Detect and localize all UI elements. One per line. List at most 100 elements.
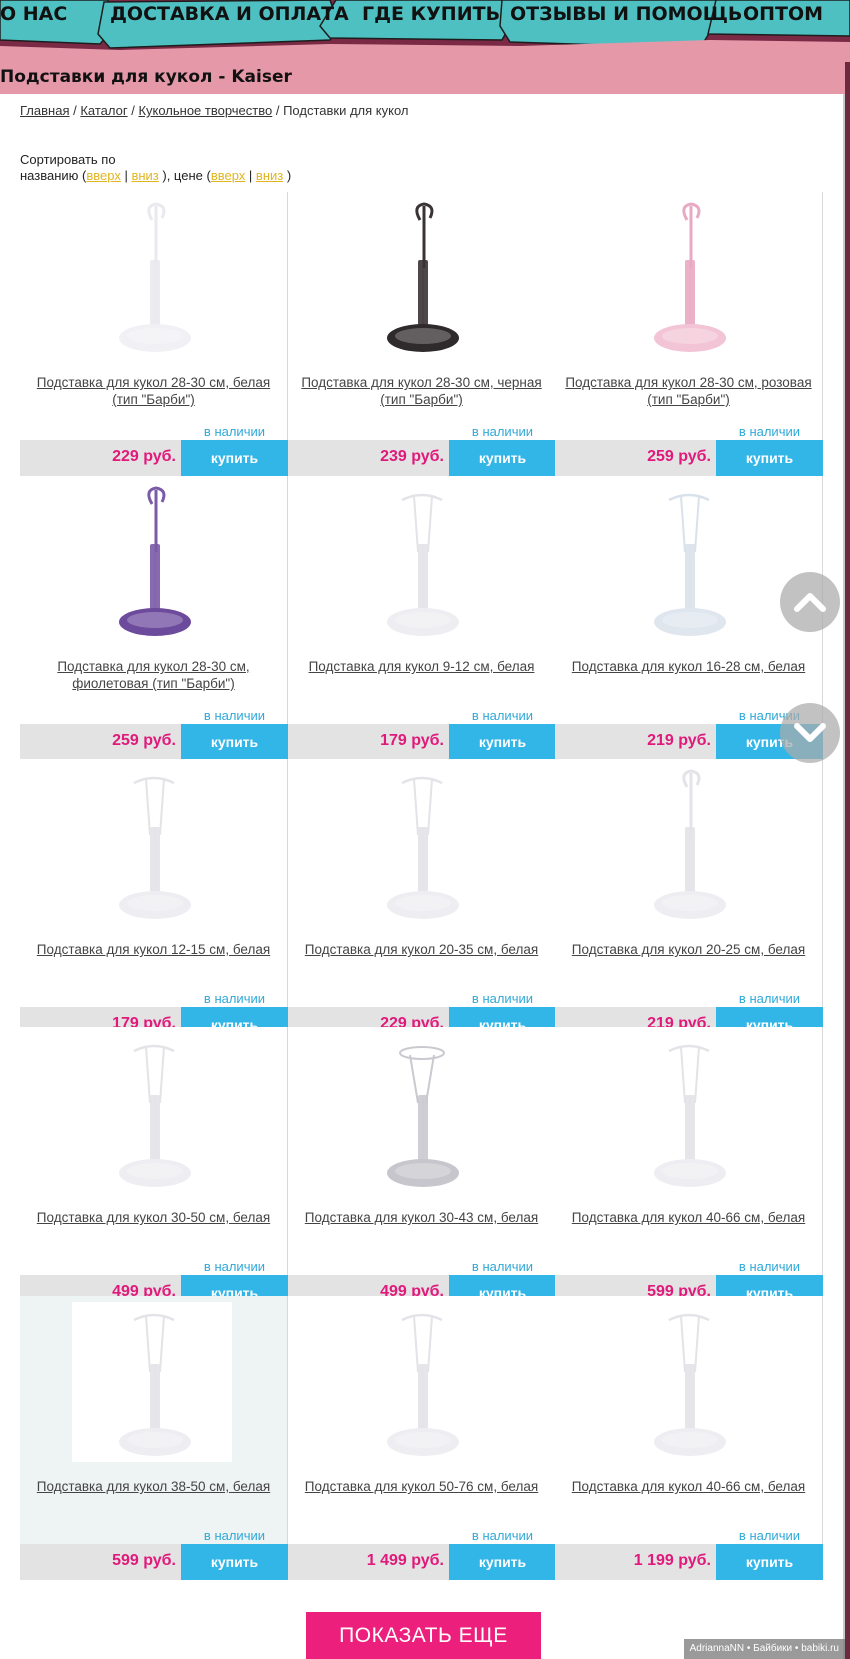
product-card[interactable]: Подставка для кукол 28-30 см, розовая (т… bbox=[555, 192, 823, 476]
doll-stand-icon bbox=[387, 493, 459, 636]
sort-price-desc-link[interactable]: вниз bbox=[256, 168, 283, 183]
product-card[interactable]: Подставка для кукол 9-12 см, белая в нали… bbox=[288, 476, 556, 760]
doll-stand-icon bbox=[119, 202, 191, 352]
title-bar: Подставки для кукол - Kaiser bbox=[0, 62, 850, 94]
product-card[interactable]: Подставка для кукол 28-30 см, черная (ти… bbox=[288, 192, 556, 476]
product-image[interactable] bbox=[340, 765, 500, 925]
product-card[interactable]: Подставка для кукол 20-35 см, белая в нал… bbox=[288, 759, 556, 1043]
buy-button[interactable]: купить bbox=[449, 724, 556, 760]
product-image[interactable] bbox=[340, 482, 500, 642]
product-name-link[interactable]: Подставка для кукол 16-28 см, белая bbox=[561, 658, 816, 675]
product-image[interactable] bbox=[340, 1302, 500, 1462]
doll-stand-icon bbox=[387, 1313, 459, 1456]
sort-price-asc-link[interactable]: вверх bbox=[211, 168, 245, 183]
sort-controls: Сортировать по названию (вверх | вниз ),… bbox=[20, 152, 291, 184]
product-image[interactable] bbox=[607, 198, 767, 358]
product-name-link[interactable]: Подставка для кукол 30-50 см, белая bbox=[26, 1209, 281, 1226]
product-image[interactable] bbox=[607, 765, 767, 925]
product-name-link[interactable]: Подставка для кукол 12-15 см, белая bbox=[26, 941, 281, 958]
product-card[interactable]: Подставка для кукол 28-30 см, белая (тип… bbox=[20, 192, 288, 476]
doll-stand-icon bbox=[654, 202, 726, 352]
product-card[interactable]: Подставка для кукол 16-28 см, белая в нал… bbox=[555, 476, 823, 760]
nav-item-about[interactable]: О НАС bbox=[0, 3, 67, 29]
breadcrumb-doll-craft[interactable]: Кукольное творчество bbox=[138, 103, 272, 118]
buy-button[interactable]: купить bbox=[181, 440, 288, 476]
show-more-button[interactable]: ПОКАЗАТЬ ЕЩЕ bbox=[306, 1612, 541, 1659]
buy-bar: 1 199 руб. купить bbox=[555, 1544, 823, 1580]
buy-button[interactable]: купить bbox=[449, 440, 556, 476]
sort-separator: | bbox=[245, 168, 256, 183]
breadcrumb-current: Подставки для кукол bbox=[283, 103, 409, 118]
buy-button[interactable]: купить bbox=[449, 1544, 556, 1580]
scroll-down-button[interactable] bbox=[780, 703, 840, 763]
product-card[interactable]: Подставка для кукол 30-43 см, белая в нал… bbox=[288, 1027, 556, 1311]
product-name-link[interactable]: Подставка для кукол 50-76 см, белая bbox=[294, 1478, 549, 1495]
nav-item-wholesale[interactable]: ОПТОМ bbox=[743, 3, 823, 29]
product-image[interactable] bbox=[72, 198, 232, 358]
product-image[interactable] bbox=[607, 482, 767, 642]
breadcrumb-separator: / bbox=[272, 103, 284, 118]
product-price: 219 руб. bbox=[647, 732, 711, 749]
doll-stand-icon bbox=[119, 486, 191, 636]
product-price: 229 руб. bbox=[112, 448, 176, 465]
product-image[interactable] bbox=[607, 1033, 767, 1193]
right-edge-divider bbox=[843, 94, 845, 1659]
sort-name-desc-link[interactable]: вниз bbox=[131, 168, 158, 183]
product-name-link[interactable]: Подставка для кукол 40-66 см, белая bbox=[561, 1209, 816, 1226]
scroll-up-button[interactable] bbox=[780, 572, 840, 632]
product-image[interactable] bbox=[72, 1302, 232, 1462]
product-image[interactable] bbox=[72, 765, 232, 925]
product-name-link[interactable]: Подставка для кукол 30-43 см, белая bbox=[294, 1209, 549, 1226]
product-card[interactable]: Подставка для кукол 20-25 см, белая в нал… bbox=[555, 759, 823, 1043]
product-name-link[interactable]: Подставка для кукол 40-66 см, белая bbox=[561, 1478, 816, 1495]
breadcrumb-home[interactable]: Главная bbox=[20, 103, 69, 118]
product-image[interactable] bbox=[340, 198, 500, 358]
product-name-link[interactable]: Подставка для кукол 38-50 см, белая bbox=[26, 1478, 281, 1495]
nav-item-where-to-buy[interactable]: ГДЕ КУПИТЬ bbox=[362, 3, 500, 29]
product-card[interactable]: Подставка для кукол 30-50 см, белая в нал… bbox=[20, 1027, 288, 1311]
product-card[interactable]: Подставка для кукол 28-30 см, фиолетовая… bbox=[20, 476, 288, 760]
product-image[interactable] bbox=[340, 1033, 500, 1193]
sort-name-asc-link[interactable]: вверх bbox=[86, 168, 120, 183]
product-image[interactable] bbox=[72, 482, 232, 642]
breadcrumb-catalog[interactable]: Каталог bbox=[80, 103, 127, 118]
top-navigation: О НАС ДОСТАВКА И ОПЛАТА ГДЕ КУПИТЬ ОТЗЫВ… bbox=[0, 0, 850, 62]
product-image[interactable] bbox=[72, 1033, 232, 1193]
product-name-link[interactable]: Подставка для кукол 28-30 см, белая (тип… bbox=[26, 374, 281, 408]
product-card[interactable]: Подставка для кукол 40-66 см, белая в нал… bbox=[555, 1027, 823, 1311]
buy-bar: 179 руб. купить bbox=[288, 724, 556, 760]
product-price: 1 499 руб. bbox=[366, 1552, 444, 1569]
product-card[interactable]: Подставка для кукол 12-15 см, белая в нал… bbox=[20, 759, 288, 1043]
buy-bar: 239 руб. купить bbox=[288, 440, 556, 476]
product-card[interactable]: Подставка для кукол 40-66 см, белая в нал… bbox=[555, 1296, 823, 1580]
stock-status: в наличии bbox=[471, 991, 533, 1006]
nav-item-delivery[interactable]: ДОСТАВКА И ОПЛАТА bbox=[110, 3, 349, 29]
buy-button[interactable]: купить bbox=[181, 1544, 288, 1580]
buy-button[interactable]: купить bbox=[716, 440, 823, 476]
stock-status: в наличии bbox=[738, 1528, 800, 1543]
buy-bar: 229 руб. купить bbox=[20, 440, 288, 476]
product-card[interactable]: Подставка для кукол 38-50 см, белая в нал… bbox=[20, 1296, 288, 1580]
stock-status: в наличии bbox=[738, 991, 800, 1006]
product-card[interactable]: Подставка для кукол 50-76 см, белая в нал… bbox=[288, 1296, 556, 1580]
buy-bar: 259 руб. купить bbox=[20, 724, 288, 760]
buy-bar: 599 руб. купить bbox=[20, 1544, 288, 1580]
nav-item-reviews[interactable]: ОТЗЫВЫ И ПОМОЩЬ bbox=[510, 3, 742, 29]
product-price: 599 руб. bbox=[112, 1552, 176, 1569]
page-title: Подставки для кукол - Kaiser bbox=[0, 67, 292, 87]
sort-by-name-label: названию ( bbox=[20, 168, 87, 183]
product-name-link[interactable]: Подставка для кукол 20-25 см, белая bbox=[561, 941, 816, 958]
buy-button[interactable]: купить bbox=[181, 724, 288, 760]
product-name-link[interactable]: Подставка для кукол 28-30 см, черная (ти… bbox=[294, 374, 549, 408]
product-image[interactable] bbox=[607, 1302, 767, 1462]
watermark: AdriannaNN • Байбики • babiki.ru bbox=[683, 1639, 845, 1659]
chevron-down-icon bbox=[794, 723, 826, 742]
product-name-link[interactable]: Подставка для кукол 28-30 см, розовая (т… bbox=[561, 374, 816, 408]
doll-stand-icon bbox=[654, 493, 726, 636]
buy-button[interactable]: купить bbox=[716, 1544, 823, 1580]
product-name-link[interactable]: Подставка для кукол 9-12 см, белая bbox=[294, 658, 549, 675]
product-name-link[interactable]: Подставка для кукол 20-35 см, белая bbox=[294, 941, 549, 958]
right-edge-strip bbox=[845, 62, 850, 1659]
stock-status: в наличии bbox=[471, 424, 533, 439]
product-name-link[interactable]: Подставка для кукол 28-30 см, фиолетовая… bbox=[26, 658, 281, 692]
